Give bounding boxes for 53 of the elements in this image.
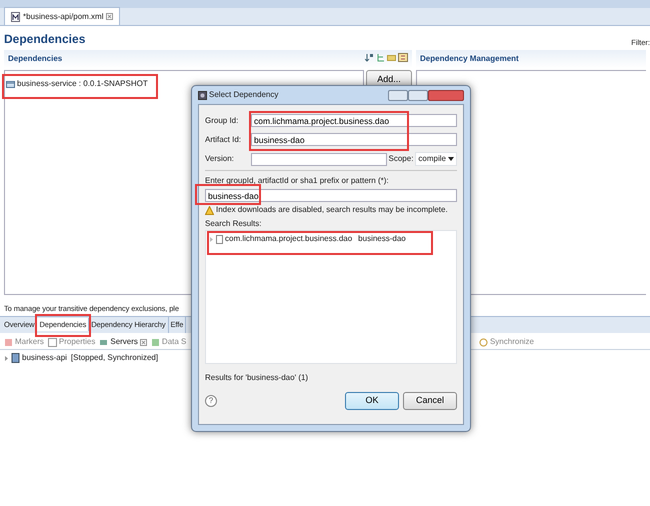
view-tab[interactable]: Markers [4, 336, 44, 348]
field-label: Artifact Id: [205, 134, 242, 146]
view-tab[interactable]: Data S [150, 336, 186, 348]
caret-icon [448, 157, 454, 161]
maximize-button[interactable] [408, 90, 428, 100]
field-label: Version: [205, 153, 235, 165]
expand-arrow-icon [4, 354, 9, 362]
view-icon [48, 338, 57, 347]
results-label: Search Results: [205, 218, 262, 230]
file-icon [216, 234, 223, 244]
dialog-title: Select Dependency [209, 89, 280, 101]
close-icon [140, 338, 147, 346]
warning-icon [205, 206, 214, 214]
warning-message: Index downloads are disabled, search results may be incomplete. [216, 204, 448, 216]
jar-icon [6, 80, 15, 88]
section-title: Dependencies [8, 53, 62, 65]
text-field[interactable]: com.lichmama.project.business.dao [251, 114, 457, 127]
page-title: Dependencies [4, 31, 86, 48]
view-icon [150, 338, 160, 347]
dialog-button[interactable]: OK [345, 392, 399, 410]
search-field[interactable]: business-dao [205, 189, 457, 202]
close-button[interactable] [428, 90, 464, 100]
tree-icon [376, 53, 385, 62]
server-icon [11, 353, 20, 364]
editor-tab-title: *business-api/pom.xml [23, 10, 104, 22]
sort-icon [365, 53, 374, 62]
xml-file-icon [11, 12, 20, 22]
expand-arrow-icon [209, 236, 214, 242]
close-icon [106, 13, 114, 20]
search-result[interactable]: com.lichmama.project.business.dao business-dao [209, 233, 427, 245]
search-label: Enter groupId, artifactId or sha1 prefix or pattern (*): [205, 175, 390, 187]
view-tab[interactable]: Properties [48, 336, 96, 348]
app-icon [198, 90, 207, 100]
minimize-button[interactable] [388, 90, 408, 100]
editor-tab[interactable]: *business-api/pom.xml [4, 7, 120, 25]
dialog-button[interactable]: Cancel [403, 392, 457, 410]
view-tab[interactable]: Servers [99, 336, 147, 348]
text-field[interactable]: business-dao [251, 133, 457, 146]
view-icon [99, 338, 108, 347]
scope-dropdown[interactable]: compile [415, 152, 457, 166]
help-button[interactable]: ? [205, 394, 217, 407]
filter-toggle-icon [398, 53, 408, 62]
scope-label: Scope: [388, 153, 414, 165]
sync-icon [478, 338, 488, 347]
server-row[interactable]: business-api [Stopped, Synchronized] [0, 352, 162, 364]
view-icon [4, 338, 13, 347]
dependency-item[interactable]: business-service : 0.0.1-SNAPSHOT [4, 76, 150, 90]
section-title: Dependency Management [420, 54, 519, 63]
synchronize-button[interactable]: Synchronize [478, 336, 534, 348]
folder-icon [387, 53, 396, 62]
text-field[interactable] [251, 152, 387, 166]
results-summary: Results for 'business-dao' (1) [205, 372, 310, 384]
field-label: Group Id: [205, 114, 240, 126]
